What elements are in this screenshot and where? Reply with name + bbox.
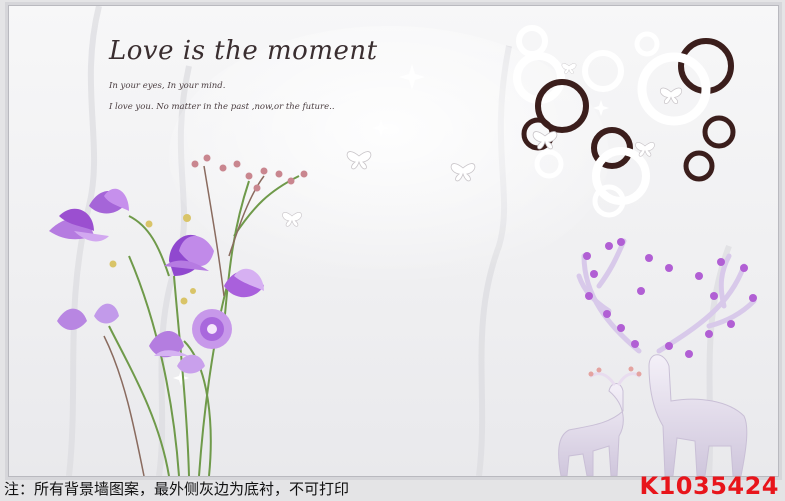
wallpaper-preview: Love is the moment In your eyes, In your…	[8, 5, 779, 477]
product-code: K1035424	[639, 472, 779, 500]
deer-large	[648, 354, 748, 476]
subline-text-1: In your eyes, In your mind.	[109, 81, 226, 91]
wallpaper-artwork	[49, 6, 757, 476]
subline-text-2: I love you. No matter in the past ,now,o…	[109, 102, 335, 112]
headline-text: Love is the moment	[109, 36, 378, 66]
small-antler	[589, 372, 641, 386]
deer-small	[558, 383, 624, 476]
antlers	[576, 238, 757, 354]
footer-note: 注：所有背景墙图案，最外侧灰边为底衬，不可打印	[4, 480, 350, 498]
